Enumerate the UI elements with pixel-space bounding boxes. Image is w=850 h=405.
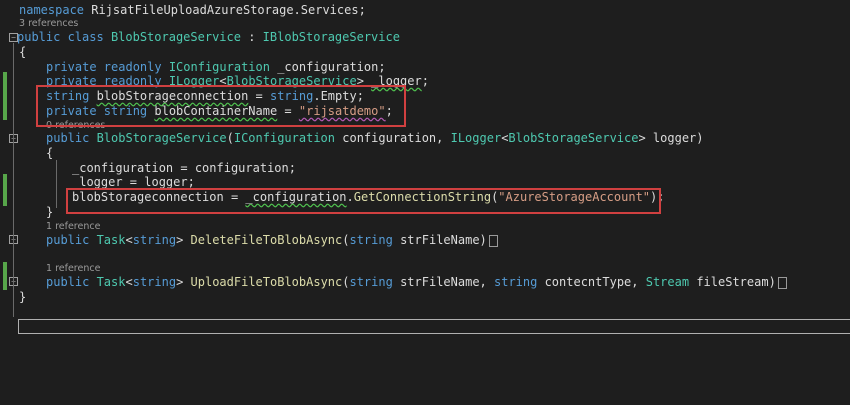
- code-line: public class BlobStorageService : IBlobS…: [17, 30, 400, 45]
- keyword: public: [46, 131, 97, 145]
- code-line: _configuration = configuration;: [72, 161, 296, 175]
- parameter: configuration,: [335, 131, 451, 145]
- code-line: public Task<string> DeleteFileToBlobAsyn…: [46, 233, 498, 248]
- class-name: BlobStorageService: [110, 30, 241, 44]
- code-line: private readonly IConfiguration _configu…: [46, 60, 386, 75]
- namespace-name: RijsatFileUploadAzureStorage.Services;: [84, 3, 366, 17]
- method-name: DeleteFileToBlobAsync: [190, 233, 343, 247]
- type-name: Stream: [645, 275, 690, 289]
- codelens-references[interactable]: 3 references: [19, 18, 78, 30]
- keyword: string: [132, 275, 177, 289]
- highlight-box-connection: [66, 188, 661, 214]
- code-line: }: [19, 290, 27, 304]
- punctuation: <: [125, 233, 133, 247]
- keyword: string: [349, 233, 393, 247]
- punctuation: >: [638, 131, 653, 145]
- keyword: string: [349, 275, 393, 289]
- keyword: private readonly: [46, 60, 169, 74]
- code-line: {: [19, 45, 27, 59]
- change-marker: [3, 174, 7, 206]
- keyword: public: [46, 233, 97, 247]
- code-line: public BlobStorageService(IConfiguration…: [46, 131, 704, 146]
- change-marker: [3, 72, 7, 120]
- keyword: namespace: [19, 3, 85, 17]
- parameter: logger): [652, 131, 704, 145]
- indent-guide: [56, 160, 57, 208]
- keyword: class: [60, 30, 111, 44]
- keyword: public: [17, 30, 61, 44]
- type-name: Task: [96, 233, 126, 247]
- method-name: UploadFileToBlobAsync: [190, 275, 343, 289]
- punctuation: >: [176, 233, 191, 247]
- constructor-name: BlobStorageService: [96, 131, 227, 145]
- parameter: contecntType,: [537, 275, 646, 289]
- collapsed-block-icon[interactable]: [777, 276, 787, 289]
- highlight-box-fields: [36, 85, 406, 127]
- parameter: strFileName,: [392, 275, 494, 289]
- parameter: strFileName): [392, 233, 487, 247]
- punctuation: >: [176, 275, 191, 289]
- code-line: {: [46, 146, 54, 160]
- type-name: ILogger: [450, 131, 502, 145]
- punctuation: :: [240, 30, 263, 44]
- indent-guide: [13, 43, 14, 317]
- interface-name: IBlobStorageService: [262, 30, 400, 44]
- codelens-references[interactable]: 1 reference: [46, 263, 100, 275]
- punctuation: ;: [421, 74, 429, 88]
- keyword: string: [494, 275, 538, 289]
- code-editor[interactable]: − − + + namespace RijsatFileUploadAzureS…: [0, 0, 850, 405]
- parameter: fileStream): [689, 275, 776, 289]
- code-line: public Task<string> UploadFileToBlobAsyn…: [46, 275, 787, 290]
- punctuation: <: [125, 275, 133, 289]
- type-name: IConfiguration: [168, 60, 270, 74]
- code-line: namespace RijsatFileUploadAzureStorage.S…: [19, 3, 366, 18]
- change-marker: [3, 262, 7, 290]
- keyword: string: [132, 233, 177, 247]
- codelens-references[interactable]: 1 reference: [46, 221, 100, 233]
- collapsed-block-icon[interactable]: [488, 234, 498, 247]
- code-line: }: [46, 205, 54, 219]
- type-name: BlobStorageService: [508, 131, 639, 145]
- current-line-highlight: [18, 319, 850, 334]
- keyword: public: [46, 275, 97, 289]
- type-name: IConfiguration: [233, 131, 336, 145]
- type-name: Task: [96, 275, 126, 289]
- punctuation: (: [226, 131, 234, 145]
- field-name: _configuration;: [269, 60, 386, 74]
